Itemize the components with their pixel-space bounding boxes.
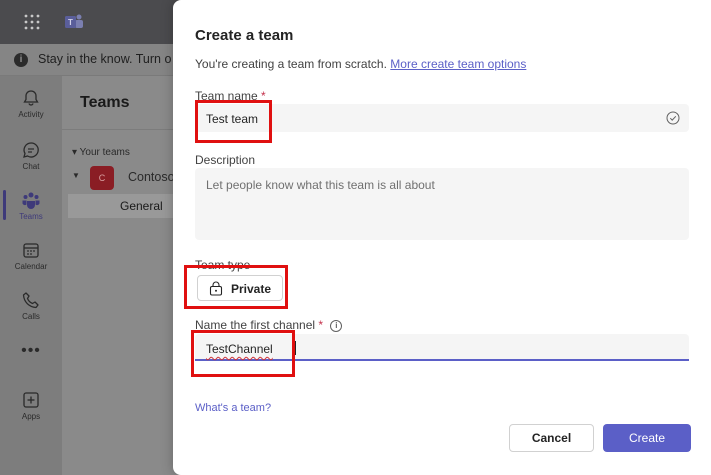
teams-panel: Teams ▾ Your teams ▼ C Contoso General [62,76,180,475]
teams-logo-icon: T [64,12,84,32]
create-button[interactable]: Create [603,424,691,452]
rail-label: Activity [18,110,44,119]
rail-item-teams[interactable]: Teams [0,184,62,232]
highlight-team-type [184,265,288,309]
info-icon[interactable]: i [330,319,343,332]
text-caret [295,341,296,355]
teams-icon [22,192,40,209]
app-rail: Activity Chat Teams Calendar Calls ••• A… [0,76,62,475]
rail-label: Apps [21,412,41,421]
rail-item-calls[interactable]: Calls [0,284,62,332]
whats-a-team-link[interactable]: What's a team? [195,402,271,414]
rail-item-activity[interactable]: Activity [0,82,62,130]
team-avatar: C [90,166,114,190]
chat-icon [23,142,39,158]
channel-item-general[interactable]: General [68,194,180,218]
channel-name: General [120,199,163,213]
rail-label: Teams [19,212,43,221]
description-label: Description [195,153,256,167]
cancel-button[interactable]: Cancel [509,424,594,452]
teams-heading: Teams [80,94,130,111]
bell-icon [23,90,39,106]
description-input[interactable]: Let people know what this team is all ab… [195,168,689,240]
check-circle-icon [666,111,680,125]
rail-item-calendar[interactable]: Calendar [0,234,62,282]
dialog-subtitle: You're creating a team from scratch. Mor… [195,57,526,71]
rail-label: Calendar [14,262,48,271]
your-teams-section[interactable]: ▾ Your teams [72,147,130,158]
team-row-contoso[interactable]: ▼ C Contoso [72,166,180,190]
notification-banner: i Stay in the know. Turn o [0,44,180,76]
rail-item-apps[interactable]: Apps [0,384,62,432]
create-team-dialog: Create a team You're creating a team fro… [173,0,711,475]
subtitle-text: You're creating a team from scratch. [195,57,387,71]
chevron-down-icon: ▼ [72,171,80,180]
info-icon: i [14,53,28,67]
team-name: Contoso [128,170,175,184]
section-label: Your teams [79,147,130,158]
rail-label: Calls [22,312,40,321]
divider [62,129,180,130]
banner-text: Stay in the know. Turn o [38,52,172,66]
required-mark: * [318,318,324,332]
svg-text:T: T [68,18,73,27]
description-placeholder: Let people know what this team is all ab… [206,178,435,192]
highlight-team-name [195,100,272,143]
app-launcher-icon[interactable] [22,12,42,32]
more-apps-button[interactable]: ••• [0,342,62,360]
more-options-link[interactable]: More create team options [390,57,526,71]
phone-icon [22,292,39,309]
dialog-title: Create a team [195,27,294,44]
highlight-first-channel [191,330,295,377]
rail-label: Chat [22,162,40,171]
calendar-icon [23,243,39,258]
rail-item-chat[interactable]: Chat [0,134,62,182]
apps-icon [23,392,39,408]
